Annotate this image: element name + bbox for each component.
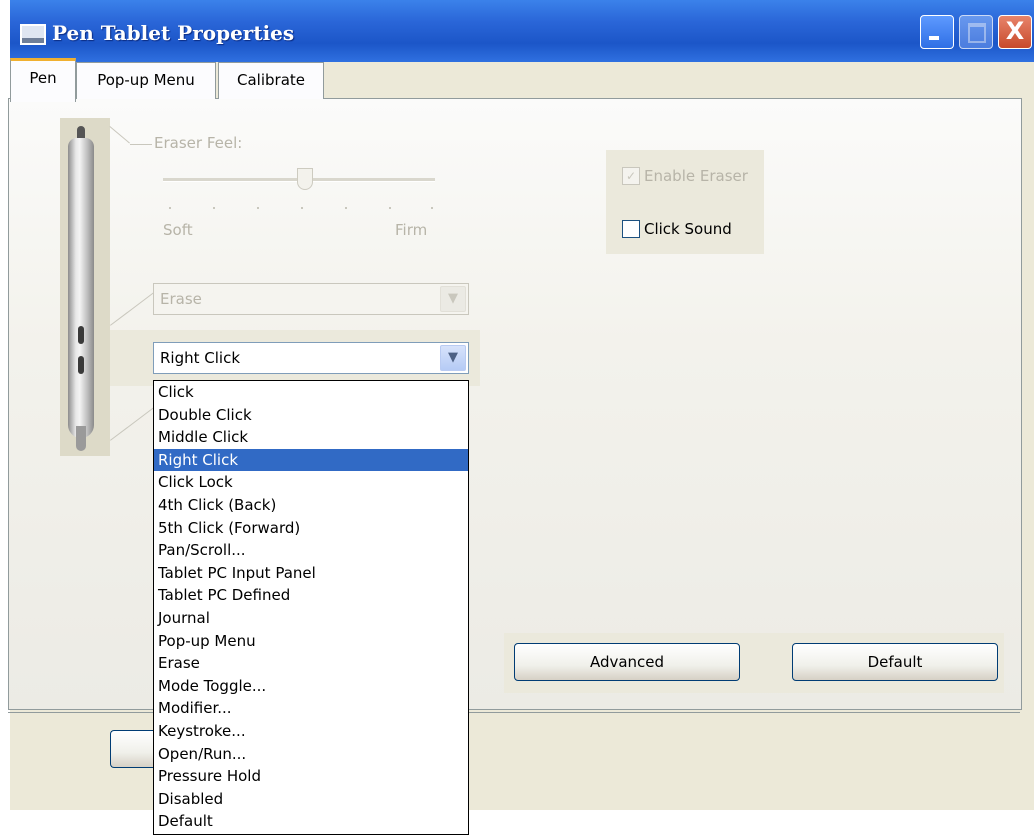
- tab-popup-menu-label: Pop-up Menu: [97, 71, 195, 89]
- chevron-down-icon[interactable]: ▼: [440, 345, 466, 371]
- pen-illustration: [66, 126, 96, 451]
- upper-button-value: Erase: [160, 290, 202, 308]
- lower-button-value: Right Click: [160, 349, 241, 367]
- dropdown-item[interactable]: Pop-up Menu: [154, 630, 468, 653]
- slider-tick: [345, 207, 347, 209]
- eraser-feel-slider-thumb: [297, 168, 313, 190]
- title-bar[interactable]: Pen Tablet Properties X: [10, 0, 1034, 62]
- options-group: [606, 150, 764, 254]
- tab-calibrate-label: Calibrate: [237, 71, 305, 89]
- dropdown-item[interactable]: Disabled: [154, 788, 468, 811]
- slider-tick: [169, 207, 171, 209]
- dropdown-item[interactable]: Double Click: [154, 404, 468, 427]
- firm-label: Firm: [395, 221, 428, 239]
- slider-tick: [301, 207, 303, 209]
- enable-eraser-label: Enable Eraser: [644, 167, 748, 185]
- dropdown-item[interactable]: Default: [154, 810, 468, 833]
- dropdown-item[interactable]: 4th Click (Back): [154, 494, 468, 517]
- dropdown-item[interactable]: Mode Toggle...: [154, 675, 468, 698]
- pen-lower-side-button: [78, 356, 84, 374]
- dropdown-item[interactable]: Right Click: [154, 448, 468, 472]
- advanced-button[interactable]: Advanced: [514, 643, 740, 681]
- slider-tick: [257, 207, 259, 209]
- enable-eraser-checkbox: ✓: [622, 167, 640, 185]
- click-sound-label[interactable]: Click Sound: [644, 220, 732, 238]
- tab-pen[interactable]: Pen: [10, 58, 76, 102]
- maximize-button: [959, 15, 993, 49]
- button-function-dropdown-list[interactable]: Click Double Click Middle Click Right Click…: [153, 380, 469, 835]
- window-title: Pen Tablet Properties: [52, 21, 295, 45]
- dropdown-item[interactable]: Click: [154, 381, 468, 404]
- dropdown-item[interactable]: Click Lock: [154, 471, 468, 494]
- dropdown-item[interactable]: Tablet PC Input Panel: [154, 562, 468, 585]
- dropdown-item[interactable]: Tablet PC Defined: [154, 584, 468, 607]
- pen-tip: [76, 426, 86, 451]
- lower-button-select[interactable]: Right Click ▼: [153, 342, 469, 374]
- pen-barrel: [68, 138, 94, 438]
- dropdown-item[interactable]: Pan/Scroll...: [154, 539, 468, 562]
- dropdown-item[interactable]: Erase: [154, 652, 468, 675]
- dropdown-item[interactable]: Middle Click: [154, 426, 468, 449]
- soft-label: Soft: [163, 221, 193, 239]
- tab-popup-menu[interactable]: Pop-up Menu: [76, 62, 216, 99]
- tablet-app-icon: [20, 24, 46, 45]
- click-sound-checkbox[interactable]: [622, 220, 640, 238]
- slider-tick: [389, 207, 391, 209]
- eraser-leader-line-h: [130, 144, 152, 145]
- tab-pen-label: Pen: [29, 69, 57, 87]
- default-button[interactable]: Default: [792, 643, 998, 681]
- dropdown-item[interactable]: Pressure Hold: [154, 765, 468, 788]
- slider-tick: [213, 207, 215, 209]
- eraser-feel-label: Eraser Feel:: [154, 134, 243, 152]
- dropdown-item[interactable]: Keystroke...: [154, 720, 468, 743]
- tab-calibrate[interactable]: Calibrate: [218, 62, 324, 99]
- close-button[interactable]: X: [998, 15, 1032, 49]
- dropdown-item[interactable]: Open/Run...: [154, 743, 468, 766]
- dropdown-item[interactable]: Modifier...: [154, 697, 468, 720]
- minimize-button[interactable]: [920, 15, 954, 49]
- dropdown-item[interactable]: Journal: [154, 607, 468, 630]
- upper-button-select: Erase ▼: [153, 283, 469, 315]
- pen-upper-side-button: [78, 326, 84, 344]
- dropdown-item[interactable]: 5th Click (Forward): [154, 517, 468, 540]
- chevron-down-icon: ▼: [440, 286, 466, 312]
- slider-tick: [431, 207, 433, 209]
